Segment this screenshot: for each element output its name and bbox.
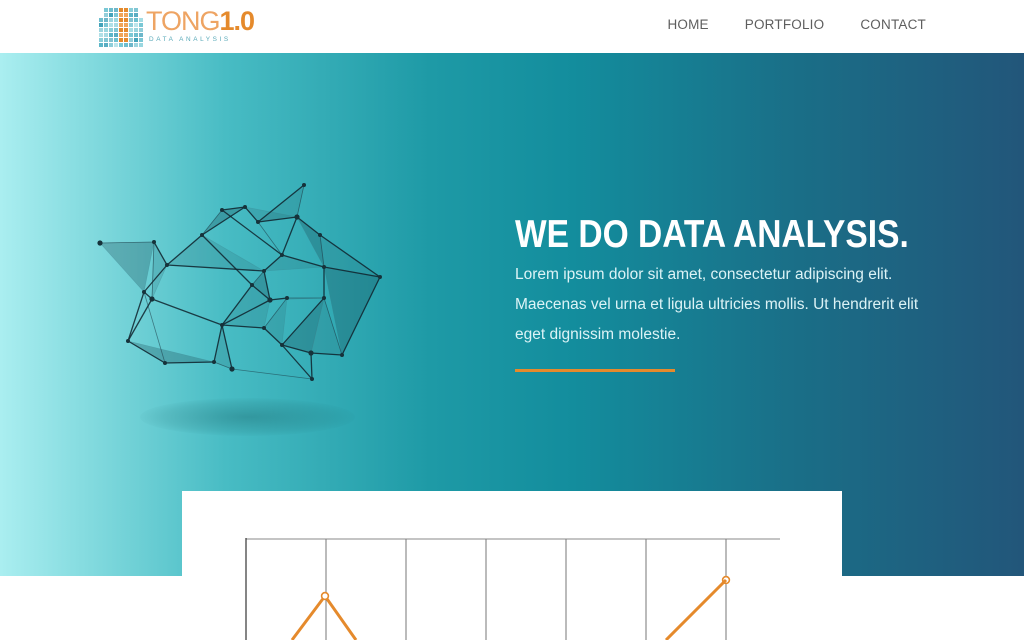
line-chart-graphic bbox=[245, 538, 780, 640]
logo-brand-light: TONG bbox=[146, 6, 221, 36]
chart-panel bbox=[182, 491, 842, 640]
main-nav: HOME PORTFOLIO CONTACT bbox=[667, 17, 926, 32]
network-graph-icon bbox=[97, 183, 382, 381]
grid-bars-logo-icon bbox=[99, 8, 143, 47]
logo-subtitle: DATA ANALYSIS bbox=[149, 36, 231, 43]
logo[interactable]: TONG1.0 DATA ANALYSIS bbox=[99, 5, 255, 49]
hero-description: Lorem ipsum dolor sit amet, consectetur … bbox=[515, 266, 919, 343]
nav-contact-link[interactable]: CONTACT bbox=[860, 17, 926, 32]
chart-series-line-right bbox=[664, 578, 728, 640]
chart-gridlines bbox=[245, 538, 780, 640]
chart-points bbox=[320, 575, 731, 601]
site-header: TONG1.0 DATA ANALYSIS HOME PORTFOLIO CON… bbox=[0, 0, 1024, 53]
chart-series-line bbox=[290, 593, 358, 640]
nav-home-link[interactable]: HOME bbox=[667, 17, 708, 32]
logo-wordmark: TONG1.0 bbox=[146, 6, 256, 36]
logo-brand-bold: 1.0 bbox=[219, 6, 256, 36]
accent-divider bbox=[515, 369, 675, 372]
nav-portfolio-link[interactable]: PORTFOLIO bbox=[745, 17, 825, 32]
chart-point bbox=[320, 591, 330, 601]
hero-headline: WE DO DATA ANALYSIS. bbox=[515, 213, 909, 256]
